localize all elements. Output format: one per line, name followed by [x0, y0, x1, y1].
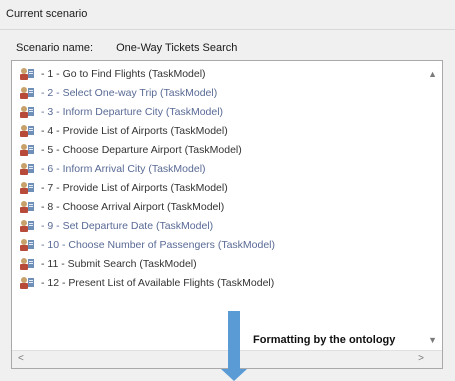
overlay-caption: Formatting by the ontology — [251, 333, 398, 347]
task-model-icon — [20, 125, 34, 137]
task-label: - 6 - Inform Arrival City (TaskModel) — [41, 163, 206, 175]
scroll-up-icon[interactable]: ▲ — [428, 69, 437, 79]
scenario-name-value: One-Way Tickets Search — [116, 42, 238, 54]
task-model-icon — [20, 258, 34, 270]
list-item[interactable]: - 5 - Choose Departure Airport (TaskMode… — [19, 142, 242, 158]
task-model-icon — [20, 68, 34, 80]
scroll-left-icon[interactable]: < — [18, 353, 24, 364]
current-scenario-panel: Current scenario Scenario name: One-Way … — [0, 0, 455, 381]
task-model-icon — [20, 201, 34, 213]
list-item[interactable]: - 11 - Submit Search (TaskModel) — [19, 256, 197, 272]
task-label: - 3 - Inform Departure City (TaskModel) — [41, 106, 224, 118]
list-item[interactable]: - 6 - Inform Arrival City (TaskModel) — [19, 161, 206, 177]
group-title: Current scenario — [6, 8, 88, 20]
task-label: - 7 - Provide List of Airports (TaskMode… — [41, 182, 228, 194]
task-label: - 10 - Choose Number of Passengers (Task… — [41, 239, 276, 251]
task-label: - 11 - Submit Search (TaskModel) — [41, 258, 197, 270]
down-arrow-icon — [221, 311, 247, 381]
task-model-icon — [20, 163, 34, 175]
list-item[interactable]: - 12 - Present List of Available Flights… — [19, 275, 274, 291]
list-item[interactable]: - 1 - Go to Find Flights (TaskModel) — [19, 66, 206, 82]
task-label: - 2 - Select One-way Trip (TaskModel) — [41, 87, 218, 99]
scenario-name-row: Scenario name: One-Way Tickets Search — [16, 42, 237, 54]
scroll-right-icon[interactable]: > — [418, 353, 424, 364]
group-divider — [0, 29, 455, 30]
task-label: - 8 - Choose Arrival Airport (TaskModel) — [41, 201, 225, 213]
list-item[interactable]: - 9 - Set Departure Date (TaskModel) — [19, 218, 213, 234]
task-model-icon — [20, 182, 34, 194]
scenario-name-label: Scenario name: — [16, 42, 94, 54]
list-item[interactable]: - 10 - Choose Number of Passengers (Task… — [19, 237, 275, 253]
list-item[interactable]: - 7 - Provide List of Airports (TaskMode… — [19, 180, 228, 196]
list-item[interactable]: - 8 - Choose Arrival Airport (TaskModel) — [19, 199, 224, 215]
task-label: - 12 - Present List of Available Flights… — [41, 277, 275, 289]
list-item[interactable]: - 4 - Provide List of Airports (TaskMode… — [19, 123, 228, 139]
task-model-icon — [20, 87, 34, 99]
task-label: - 1 - Go to Find Flights (TaskModel) — [41, 68, 206, 80]
task-model-icon — [20, 239, 34, 251]
task-label: - 9 - Set Departure Date (TaskModel) — [41, 220, 214, 232]
task-model-icon — [20, 106, 34, 118]
task-model-icon — [20, 220, 34, 232]
list-item[interactable]: - 3 - Inform Departure City (TaskModel) — [19, 104, 223, 120]
list-item[interactable]: - 2 - Select One-way Trip (TaskModel) — [19, 85, 217, 101]
task-label: - 5 - Choose Departure Airport (TaskMode… — [41, 144, 242, 156]
task-label: - 4 - Provide List of Airports (TaskMode… — [41, 125, 228, 137]
task-model-icon — [20, 144, 34, 156]
scroll-down-icon[interactable]: ▼ — [428, 335, 437, 345]
task-model-icon — [20, 277, 34, 289]
